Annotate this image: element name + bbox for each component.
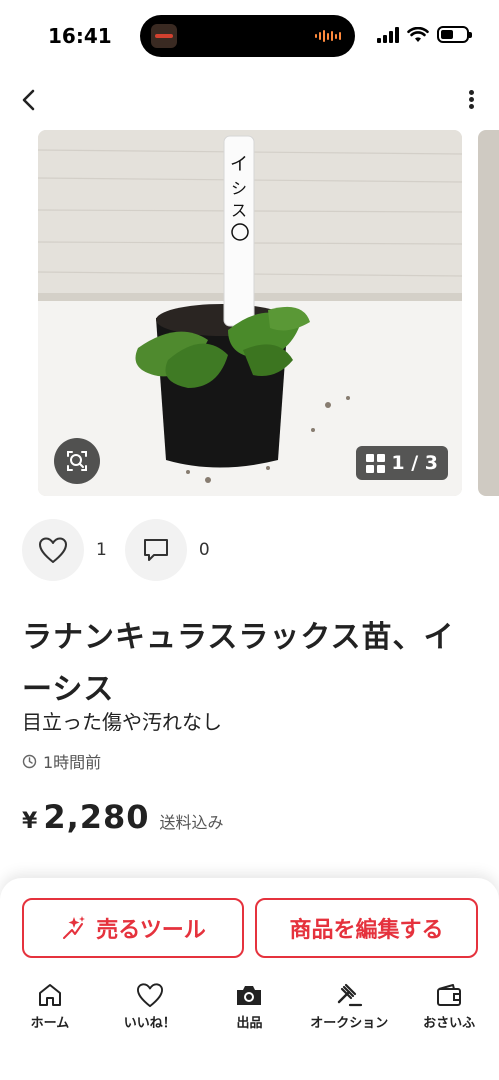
- tab-likes-label: いいね！: [123, 1016, 176, 1031]
- dynamic-island: [140, 15, 355, 57]
- grid-icon: [366, 453, 386, 473]
- comment-count: 0: [198, 540, 210, 560]
- like-button[interactable]: [22, 519, 84, 581]
- more-icon[interactable]: [465, 88, 477, 114]
- wallet-icon: [437, 984, 462, 1006]
- bottom-sheet: 売るツール 商品を編集する ホーム いいね！ 出品 オークション おさいふ: [0, 878, 499, 1080]
- top-nav: [0, 84, 499, 118]
- gavel-icon: [338, 983, 363, 1007]
- battery-icon: [437, 26, 472, 43]
- status-icons: [377, 26, 472, 43]
- tab-wallet-label: おさいふ: [423, 1016, 476, 1031]
- camera-icon: [237, 986, 262, 1005]
- audio-wave-icon: [315, 30, 341, 42]
- price: ¥ 2,280 送料込み: [22, 798, 224, 836]
- plant-photo-image: イ シ ス: [38, 130, 462, 496]
- svg-text:シ: シ: [231, 179, 247, 198]
- svg-text:ス: ス: [231, 201, 247, 220]
- wifi-icon: [407, 26, 429, 42]
- comment-button[interactable]: [124, 519, 187, 581]
- edit-item-label: 商品を編集する: [289, 918, 444, 943]
- tab-sell[interactable]: 出品: [200, 982, 300, 1042]
- clock-icon: [22, 754, 37, 768]
- price-amount: 2,280: [43, 798, 150, 836]
- status-time: 16:41: [48, 24, 112, 48]
- action-row: 1 0: [22, 518, 228, 582]
- tab-auction-label: オークション: [310, 1016, 389, 1031]
- tab-wallet[interactable]: おさいふ: [399, 982, 499, 1042]
- svg-text:イ: イ: [230, 154, 248, 175]
- item-photo[interactable]: イ シ ス 1 / 3: [38, 130, 462, 496]
- sell-tools-label: 売るツール: [96, 918, 206, 943]
- item-condition: 目立った傷や汚れなし: [22, 710, 222, 734]
- heart-icon: [39, 537, 67, 563]
- sell-tools-button[interactable]: 売るツール: [22, 898, 244, 958]
- now-playing-app-icon: [151, 24, 177, 48]
- tab-home-label: ホーム: [30, 1016, 70, 1031]
- tab-likes[interactable]: いいね！: [100, 982, 200, 1042]
- photo-counter-text: 1 / 3: [391, 452, 438, 474]
- back-arrow-icon[interactable]: [15, 86, 43, 114]
- like-count: 1: [96, 540, 107, 560]
- heart-icon: [136, 983, 163, 1008]
- lens-search-icon: [67, 451, 87, 471]
- tab-home[interactable]: ホーム: [0, 982, 100, 1042]
- price-currency: ¥: [22, 809, 38, 834]
- posted-time-text: 1時間前: [43, 753, 102, 772]
- sparkle-icon: [63, 916, 86, 939]
- item-title-line1: ラナンキュラスラックス苗、イ: [22, 620, 455, 655]
- item-title: ラナンキュラスラックス苗、イ ーシス: [22, 612, 482, 716]
- shipping-note: 送料込み: [159, 813, 224, 832]
- tab-auction[interactable]: オークション: [299, 982, 399, 1042]
- tab-sell-label: 出品: [236, 1016, 263, 1031]
- status-bar: 16:41: [0, 0, 499, 74]
- edit-item-button[interactable]: 商品を編集する: [255, 898, 478, 958]
- tab-bar: ホーム いいね！ 出品 オークション おさいふ: [0, 982, 499, 1042]
- photo-counter[interactable]: 1 / 3: [356, 446, 448, 480]
- next-photo-peek[interactable]: [478, 130, 499, 496]
- lens-search-button[interactable]: [54, 438, 100, 484]
- signal-icon: [377, 26, 399, 43]
- home-icon: [38, 984, 61, 1006]
- posted-time: 1時間前: [22, 749, 101, 773]
- comment-icon: [143, 539, 168, 561]
